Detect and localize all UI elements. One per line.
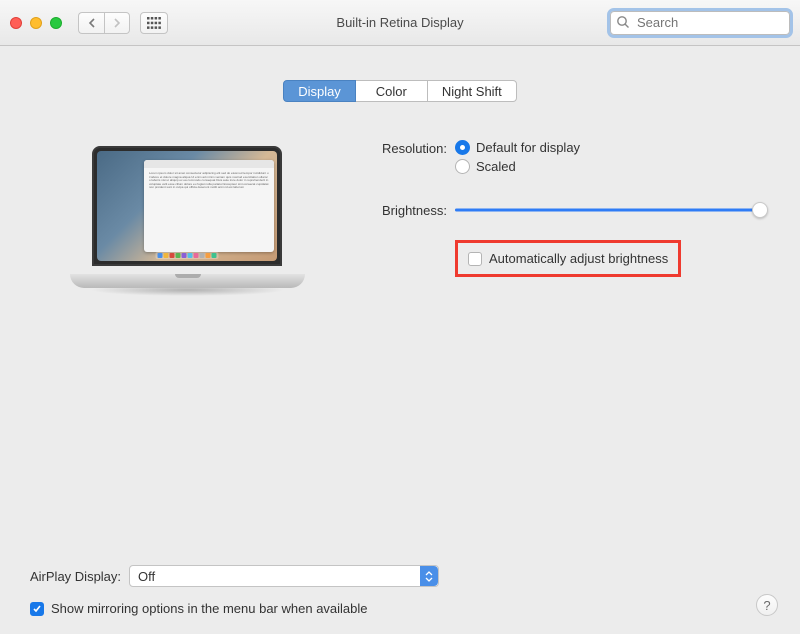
bottom-controls: AirPlay Display: Off Show mirroring opti… [30, 565, 778, 616]
nav-buttons [78, 12, 130, 34]
chevron-left-icon [88, 18, 96, 28]
forward-button[interactable] [104, 12, 130, 34]
radio-unselected-icon [455, 159, 470, 174]
tab-color[interactable]: Color [356, 80, 428, 102]
radio-selected-icon [455, 140, 470, 155]
airplay-dropdown[interactable]: Off [129, 565, 439, 587]
resolution-scaled-label: Scaled [476, 159, 516, 174]
brightness-label: Brightness: [355, 202, 455, 218]
tab-night-shift[interactable]: Night Shift [428, 80, 517, 102]
airplay-label: AirPlay Display: [30, 569, 121, 584]
preference-pane-body: Display Color Night Shift Lorem ipsum do… [0, 80, 800, 634]
slider-thumb[interactable] [752, 202, 768, 218]
laptop-illustration: Lorem ipsum dolor sit amet consectetur a… [70, 138, 305, 288]
brightness-slider[interactable] [455, 208, 760, 212]
grid-icon [147, 17, 161, 29]
back-button[interactable] [78, 12, 104, 34]
search-input[interactable] [610, 11, 790, 35]
traffic-lights [10, 17, 62, 29]
tab-display[interactable]: Display [283, 80, 356, 102]
auto-brightness-label: Automatically adjust brightness [489, 251, 668, 266]
resolution-label: Resolution: [355, 140, 455, 178]
search-wrap [610, 11, 790, 35]
mirroring-label: Show mirroring options in the menu bar w… [51, 601, 368, 616]
auto-brightness-row: Automatically adjust brightness [455, 240, 681, 277]
display-controls: Resolution: Default for display Scaled B… [355, 138, 760, 288]
help-button[interactable]: ? [756, 594, 778, 616]
minimize-window-button[interactable] [30, 17, 42, 29]
chevron-right-icon [113, 18, 121, 28]
dropdown-stepper-icon [420, 566, 438, 586]
close-window-button[interactable] [10, 17, 22, 29]
resolution-default-radio[interactable]: Default for display [455, 140, 760, 155]
tab-bar: Display Color Night Shift [0, 80, 800, 102]
search-icon [616, 15, 630, 32]
resolution-scaled-radio[interactable]: Scaled [455, 159, 760, 174]
airplay-value: Off [138, 569, 155, 584]
show-all-prefs-button[interactable] [140, 12, 168, 34]
window-titlebar: Built-in Retina Display [0, 0, 800, 46]
auto-brightness-checkbox[interactable] [468, 252, 482, 266]
display-preview: Lorem ipsum dolor sit amet consectetur a… [70, 138, 305, 288]
zoom-window-button[interactable] [50, 17, 62, 29]
mirroring-checkbox[interactable] [30, 602, 44, 616]
resolution-default-label: Default for display [476, 140, 580, 155]
